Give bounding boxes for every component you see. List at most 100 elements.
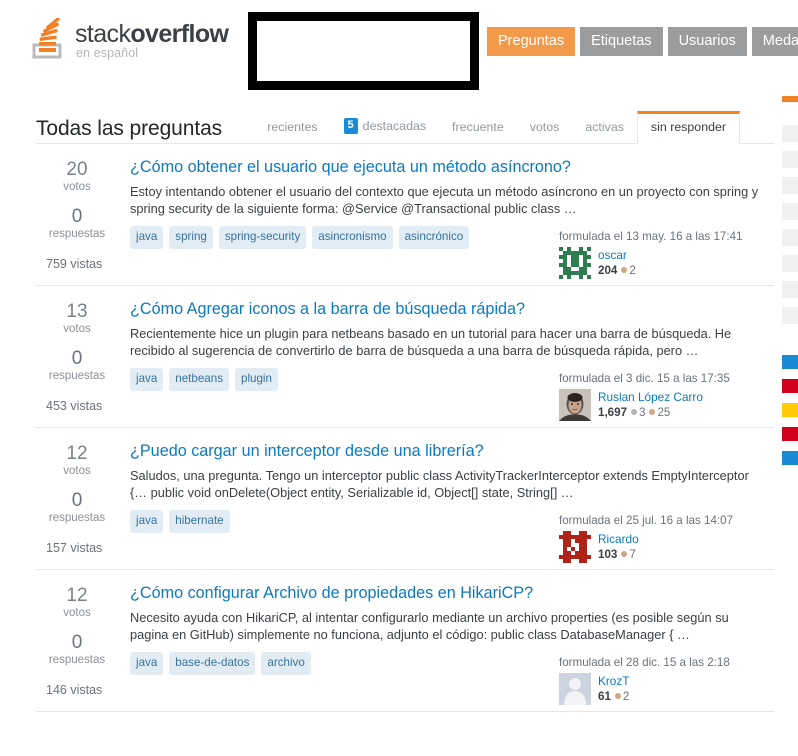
nav-item-preguntas[interactable]: Preguntas: [487, 27, 576, 56]
site-header: stackoverflow en español Preguntas Etiqu…: [0, 0, 798, 96]
avatar[interactable]: [559, 531, 591, 563]
tag-base-de-datos[interactable]: base-de-datos: [169, 652, 256, 675]
answer-count: 0: [71, 632, 83, 653]
user-card[interactable]: oscar 204 2: [559, 247, 774, 279]
tag-asincronico[interactable]: asincrónico: [398, 226, 470, 249]
tab-frecuente[interactable]: frecuente: [439, 113, 517, 143]
tag-spring[interactable]: spring: [169, 226, 213, 249]
tab-destacadas[interactable]: 5 destacadas: [331, 111, 440, 143]
sidebar-chip[interactable]: [782, 355, 798, 369]
user-reputation: 204 2: [598, 264, 636, 278]
sidebar-chip[interactable]: [782, 451, 798, 465]
question-filter-tabs: recientes 5 destacadas frecuente votos ac…: [254, 111, 740, 144]
reputation-value: 103: [598, 548, 618, 561]
sidebar-chip[interactable]: [782, 379, 798, 393]
vote-label: votos: [63, 465, 91, 477]
page-root: stackoverflow en español Preguntas Etiqu…: [0, 0, 798, 756]
user-card[interactable]: KrozT 61 2: [559, 673, 774, 705]
question-meta: formulada el 28 dic. 15 a las 2:18 KrozT…: [559, 655, 774, 705]
identicon-red-icon: [559, 531, 591, 563]
asked-date: formulada el 13 may. 16 a las 17:41: [559, 230, 743, 243]
tab-destacadas-label: destacadas: [362, 119, 427, 133]
page-header: Todas las preguntas recientes 5 destacada…: [36, 96, 774, 144]
sidebar-item[interactable]: [782, 151, 798, 168]
identicon-green-icon: [559, 247, 591, 279]
vote-label: votos: [63, 181, 91, 193]
question-title-link[interactable]: ¿Cómo Agregar iconos a la barra de búsqu…: [130, 299, 774, 319]
user-reputation: 103 7: [598, 548, 639, 562]
sidebar-link[interactable]: [782, 333, 798, 347]
sidebar-item[interactable]: [782, 125, 798, 142]
tag-java[interactable]: java: [130, 368, 164, 391]
view-count: 157 vistas: [46, 541, 103, 555]
sidebar-item[interactable]: [782, 307, 798, 324]
question-stats: 12 votos 0 respuestas 157 vistas: [36, 441, 118, 555]
tag-hibernate[interactable]: hibernate: [169, 510, 230, 533]
user-card[interactable]: Ruslan López Carro 1,697 3 25: [559, 389, 774, 421]
page-title: Todas las preguntas: [36, 117, 223, 141]
user-name-link[interactable]: KrozT: [598, 674, 629, 688]
avatar[interactable]: [559, 673, 591, 705]
bronze-badge-count: 7: [629, 548, 636, 561]
redaction-box: [248, 12, 479, 90]
logo-word-stack: stack: [75, 20, 131, 48]
tag-plugin[interactable]: plugin: [235, 368, 278, 391]
tab-recientes[interactable]: recientes: [254, 113, 330, 143]
question-title-link[interactable]: ¿Puedo cargar un interceptor desde una l…: [130, 441, 774, 461]
user-name-link[interactable]: oscar: [598, 248, 636, 262]
tag-java[interactable]: java: [130, 652, 164, 675]
avatar[interactable]: [559, 247, 591, 279]
sidebar-item[interactable]: [782, 229, 798, 246]
tag-java[interactable]: java: [130, 226, 164, 249]
asked-date: formulada el 25 jul. 16 a las 14:07: [559, 514, 734, 527]
nav-item-etiquetas[interactable]: Etiquetas: [580, 27, 663, 56]
nav-item-medallas[interactable]: Medallas: [751, 27, 798, 56]
nav-item-usuarios[interactable]: Usuarios: [667, 27, 747, 56]
tab-activas[interactable]: activas: [572, 113, 637, 143]
question-row: 20 votos 0 respuestas 759 vistas ¿Cómo o…: [36, 144, 774, 286]
user-reputation: 1,697 3 25: [598, 406, 703, 420]
tab-votos[interactable]: votos: [517, 113, 573, 143]
tag-java[interactable]: java: [130, 510, 164, 533]
question-row: 13 votos 0 respuestas 453 vistas ¿Cómo A…: [36, 286, 774, 428]
tag-spring-security[interactable]: spring-security: [218, 226, 307, 249]
site-logo[interactable]: stackoverflow en español: [30, 16, 229, 60]
logo-subtitle: en español: [76, 46, 139, 60]
tag-archivo[interactable]: archivo: [261, 652, 311, 675]
tag-asincronismo[interactable]: asincronismo: [312, 226, 393, 249]
sidebar-chip[interactable]: [782, 427, 798, 441]
question-stats: 12 votos 0 respuestas 146 vistas: [36, 583, 118, 697]
sidebar-item[interactable]: [782, 255, 798, 272]
bronze-badge-count: 2: [622, 690, 630, 703]
bronze-badge-dot-icon: [649, 409, 656, 415]
question-list: 20 votos 0 respuestas 759 vistas ¿Cómo o…: [36, 144, 774, 712]
user-name-link[interactable]: Ruslan López Carro: [598, 390, 703, 404]
vote-count: 20: [66, 159, 88, 180]
question-title-link[interactable]: ¿Cómo obtener el usuario que ejecuta un …: [130, 157, 774, 177]
user-info: oscar 204 2: [598, 247, 636, 278]
tag-netbeans[interactable]: netbeans: [169, 368, 229, 391]
tab-activas-label: activas: [585, 120, 624, 134]
sidebar-heading: [782, 104, 798, 119]
logo-word-overflow: overflow: [130, 20, 229, 48]
user-info: Ruslan López Carro 1,697 3 25: [598, 389, 703, 420]
tab-votos-label: votos: [529, 120, 560, 134]
avatar[interactable]: [559, 389, 591, 421]
sidebar-chip[interactable]: [782, 403, 798, 417]
sidebar-item[interactable]: [782, 203, 798, 220]
user-info: KrozT 61 2: [598, 673, 629, 704]
reputation-value: 1,697: [598, 406, 628, 419]
question-excerpt: Recientemente hice un plugin para netbea…: [130, 326, 732, 358]
sidebar-item[interactable]: [782, 281, 798, 298]
user-name-link[interactable]: Ricardo: [598, 532, 639, 546]
user-card[interactable]: Ricardo 103 7: [559, 531, 774, 563]
sidebar-item[interactable]: [782, 177, 798, 194]
tab-sin-responder[interactable]: sin responder: [636, 111, 740, 144]
question-title-link[interactable]: ¿Cómo configurar Archivo de propiedades …: [130, 583, 774, 603]
default-silhouette-icon: [559, 673, 591, 705]
answer-count: 0: [71, 348, 83, 369]
silver-badge-count: 3: [639, 406, 646, 419]
answer-label: respuestas: [48, 370, 106, 382]
photo-face-icon: [559, 389, 591, 421]
tab-sin-responder-label: sin responder: [650, 120, 726, 134]
